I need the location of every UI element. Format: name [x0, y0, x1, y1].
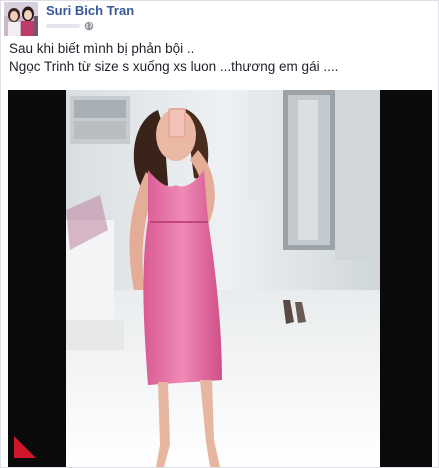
avatar-photo	[4, 2, 38, 36]
post-message-line: Ngọc Trinh từ size s xuống xs luon ...th…	[9, 59, 339, 74]
post-message: Sau khi biết mình bị phản bội .. Ngọc Tr…	[9, 40, 429, 76]
post-message-line: Sau khi biết mình bị phản bội ..	[9, 41, 195, 56]
facebook-post: Suri Bich Tran Sau khi biết mình bị phản…	[0, 0, 439, 468]
globe-icon[interactable]	[84, 21, 94, 31]
post-video[interactable]	[8, 90, 432, 467]
video-frame	[8, 90, 432, 467]
author-avatar[interactable]	[4, 2, 38, 36]
author-name-link[interactable]: Suri Bich Tran	[46, 3, 134, 18]
timestamp-placeholder	[46, 24, 80, 28]
post-header: Suri Bich Tran	[1, 1, 438, 37]
post-meta	[46, 20, 94, 32]
